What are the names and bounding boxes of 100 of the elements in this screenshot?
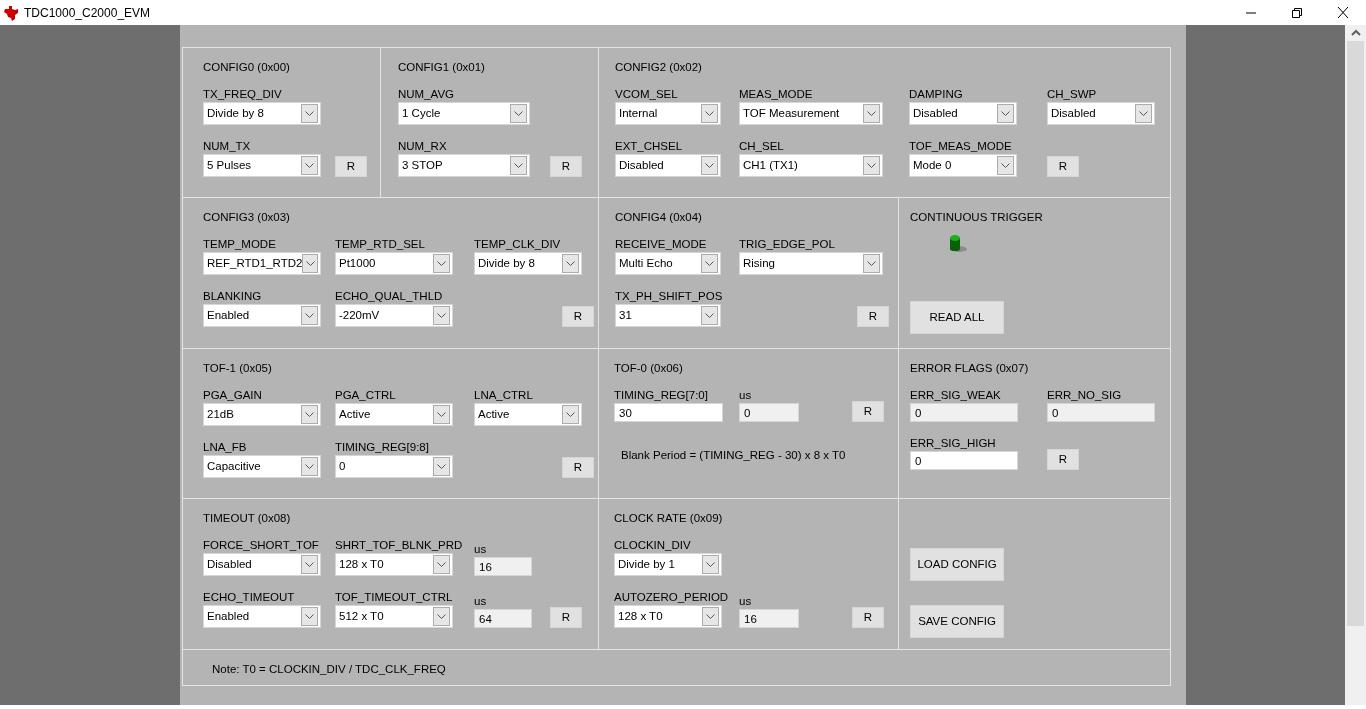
field-label: VCOM_SEL bbox=[615, 88, 679, 101]
field-label: SHRT_TOF_BLNK_PRD bbox=[335, 539, 463, 552]
chevron-down-icon bbox=[305, 561, 314, 568]
field-label: DAMPING bbox=[909, 88, 964, 101]
readonly-field: 0 bbox=[739, 403, 799, 422]
dropdown[interactable]: 31 bbox=[615, 304, 721, 327]
dropdown[interactable]: Active bbox=[335, 403, 453, 426]
dropdown[interactable]: 128 x T0 bbox=[614, 605, 722, 628]
input-field[interactable]: 0 bbox=[910, 451, 1018, 470]
field-label: TEMP_MODE bbox=[203, 238, 277, 251]
dropdown[interactable]: 512 x T0 bbox=[335, 605, 453, 628]
field-label: TEMP_CLK_DIV bbox=[474, 238, 562, 251]
dropdown[interactable]: CH1 (TX1) bbox=[739, 154, 883, 177]
dropdown[interactable]: Divide by 8 bbox=[203, 102, 321, 125]
dropdown[interactable]: 3 STOP bbox=[398, 154, 530, 177]
chevron-down-icon bbox=[1139, 110, 1148, 117]
field-label: PGA_GAIN bbox=[203, 389, 263, 402]
read-button[interactable]: R bbox=[335, 156, 367, 177]
field-label: NUM_AVG bbox=[398, 88, 456, 101]
chevron-down-icon bbox=[305, 613, 314, 620]
read-button[interactable]: R bbox=[852, 401, 884, 422]
chevron-down-icon bbox=[705, 312, 714, 319]
chevron-down-icon bbox=[437, 312, 446, 319]
dropdown[interactable]: Multi Echo bbox=[615, 252, 721, 275]
vertical-scrollbar[interactable] bbox=[1345, 25, 1366, 705]
field-label: FORCE_SHORT_TOF bbox=[203, 539, 320, 552]
read-button[interactable]: R bbox=[562, 457, 594, 478]
dropdown[interactable]: 1 Cycle bbox=[398, 102, 530, 125]
chevron-down-icon bbox=[305, 162, 314, 169]
dropdown[interactable]: Enabled bbox=[203, 304, 321, 327]
action-button[interactable]: SAVE CONFIG bbox=[910, 605, 1004, 638]
dropdown[interactable]: Capacitive bbox=[203, 455, 321, 478]
field-label: us bbox=[739, 389, 753, 402]
field-label: TIMING_REG[7:0] bbox=[614, 389, 709, 402]
read-button[interactable]: R bbox=[1047, 449, 1079, 470]
chevron-down-icon bbox=[514, 162, 523, 169]
chevron-down-icon bbox=[706, 561, 715, 568]
field-label: PGA_CTRL bbox=[335, 389, 397, 402]
dropdown[interactable]: 21dB bbox=[203, 403, 321, 426]
field-label: BLANKING bbox=[203, 290, 263, 303]
dropdown[interactable]: -220mV bbox=[335, 304, 453, 327]
action-button[interactable]: LOAD CONFIG bbox=[910, 548, 1004, 581]
field-label: us bbox=[739, 595, 753, 608]
dropdown[interactable]: Disabled bbox=[203, 553, 321, 576]
panel-title: TOF-0 (0x06) bbox=[614, 361, 684, 374]
dropdown[interactable]: Disabled bbox=[909, 102, 1017, 125]
field-label: MEAS_MODE bbox=[739, 88, 814, 101]
dropdown[interactable]: Internal bbox=[615, 102, 721, 125]
read-button[interactable]: R bbox=[550, 156, 582, 177]
field-label: us bbox=[474, 595, 488, 608]
dropdown[interactable]: Enabled bbox=[203, 605, 321, 628]
field-label: TX_FREQ_DIV bbox=[203, 88, 283, 101]
dropdown[interactable]: TOF Measurement bbox=[739, 102, 883, 125]
panel-title: CLOCK RATE (0x09) bbox=[614, 511, 724, 524]
dropdown[interactable]: Disabled bbox=[1047, 102, 1155, 125]
dropdown[interactable]: Mode 0 bbox=[909, 154, 1017, 177]
panel-title: CONFIG4 (0x04) bbox=[615, 210, 703, 223]
field-label: TIMING_REG[9:8] bbox=[335, 441, 430, 454]
chevron-down-icon bbox=[305, 463, 314, 470]
dropdown[interactable]: 128 x T0 bbox=[335, 553, 453, 576]
chevron-down-icon bbox=[1001, 162, 1010, 169]
read-button[interactable]: R bbox=[550, 607, 582, 628]
field-label: ECHO_TIMEOUT bbox=[203, 591, 296, 604]
chevron-down-icon bbox=[705, 110, 714, 117]
read-button[interactable]: R bbox=[562, 306, 594, 327]
chevron-down-icon bbox=[437, 613, 446, 620]
field-label: TOF_MEAS_MODE bbox=[909, 140, 1013, 153]
input-field[interactable]: 30 bbox=[614, 403, 723, 422]
dropdown[interactable]: 5 Pulses bbox=[203, 154, 321, 177]
dropdown[interactable]: Disabled bbox=[615, 154, 721, 177]
chevron-down-icon bbox=[867, 260, 876, 267]
chevron-down-icon bbox=[437, 260, 446, 267]
read-button[interactable]: R bbox=[1047, 156, 1079, 177]
action-button[interactable]: READ ALL bbox=[910, 301, 1004, 334]
dropdown[interactable]: Active bbox=[474, 403, 582, 426]
dropdown[interactable]: 0 bbox=[335, 455, 453, 478]
chevron-down-icon bbox=[705, 162, 714, 169]
dropdown[interactable]: Divide by 8 bbox=[474, 252, 582, 275]
field-label: TRIG_EDGE_POL bbox=[739, 238, 836, 251]
chevron-down-icon bbox=[305, 110, 314, 117]
field-label: LNA_FB bbox=[203, 441, 248, 454]
panel-title: TOF-1 (0x05) bbox=[203, 361, 273, 374]
dropdown[interactable]: REF_RTD1_RTD2 bbox=[203, 252, 321, 275]
field-label: CLOCKIN_DIV bbox=[614, 539, 692, 552]
dropdown[interactable]: Rising bbox=[739, 252, 883, 275]
read-button[interactable]: R bbox=[852, 607, 884, 628]
field-label: RECEIVE_MODE bbox=[615, 238, 708, 251]
field-label: us bbox=[474, 543, 488, 556]
field-label: ECHO_QUAL_THLD bbox=[335, 290, 444, 303]
chevron-down-icon bbox=[706, 613, 715, 620]
chevron-down-icon bbox=[514, 110, 523, 117]
field-label: NUM_TX bbox=[203, 140, 252, 153]
dropdown[interactable]: Pt1000 bbox=[335, 252, 453, 275]
read-button[interactable]: R bbox=[857, 306, 889, 327]
chevron-down-icon bbox=[705, 260, 714, 267]
chevron-down-icon bbox=[305, 312, 314, 319]
panel-title: CONTINUOUS TRIGGER bbox=[910, 210, 1044, 223]
dropdown[interactable]: Divide by 1 bbox=[614, 553, 722, 576]
chevron-down-icon bbox=[437, 411, 446, 418]
chevron-down-icon bbox=[1001, 110, 1010, 117]
